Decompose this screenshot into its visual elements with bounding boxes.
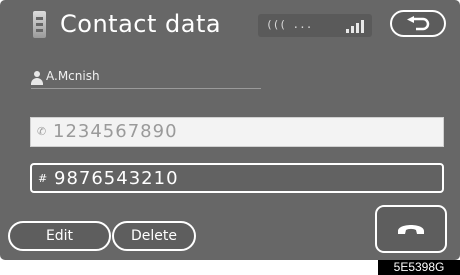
phone-number-1-field[interactable]: ✆ 1234567890 — [30, 117, 444, 147]
phone-number-1: 1234567890 — [53, 121, 178, 142]
back-arrow-icon — [407, 15, 430, 30]
contact-name: A.Mcnish — [46, 69, 100, 83]
phone-handset-icon — [398, 225, 424, 234]
phonebook-icon — [33, 11, 46, 38]
phone-number-type-icon: ✆ — [37, 125, 47, 138]
phone-number-type-icon: # — [38, 172, 48, 185]
bluetooth-status-text: ((( ... — [266, 18, 313, 31]
contact-data-screen: Contact data ((( ... A.Mcnish ✆ 12345678… — [0, 0, 460, 260]
back-button[interactable] — [390, 10, 446, 37]
phone-number-2: 9876543210 — [54, 168, 179, 189]
phone-status-indicator: ((( ... — [258, 14, 372, 37]
edit-button[interactable]: Edit — [8, 221, 111, 251]
page-title: Contact data — [60, 10, 222, 38]
call-button[interactable] — [375, 205, 447, 253]
person-icon — [31, 71, 43, 85]
signal-strength-icon — [346, 20, 364, 33]
phone-number-2-field[interactable]: # 9876543210 — [30, 163, 444, 193]
figure-code: 5E5398G — [378, 260, 460, 275]
delete-button[interactable]: Delete — [112, 221, 196, 251]
contact-name-row: A.Mcnish — [31, 66, 261, 89]
